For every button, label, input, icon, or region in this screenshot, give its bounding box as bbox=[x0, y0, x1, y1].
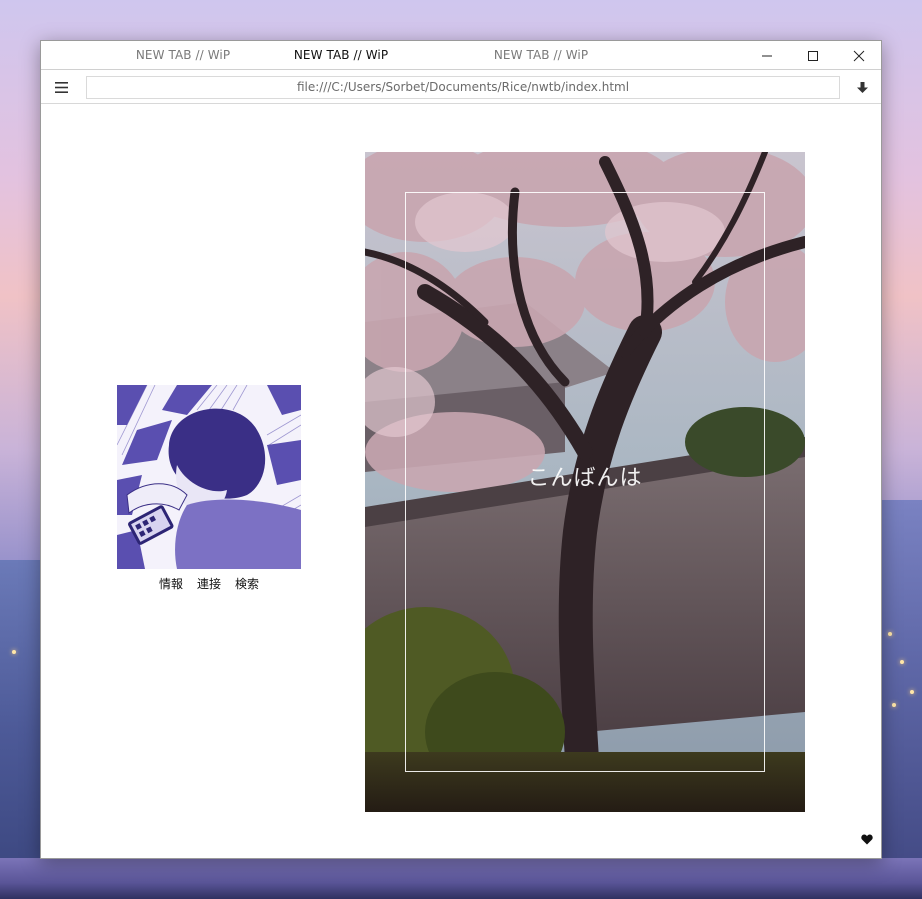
link-search[interactable]: 検索 bbox=[235, 575, 259, 593]
desktop-background-right bbox=[881, 500, 922, 899]
heart-icon bbox=[861, 834, 873, 844]
city-light bbox=[900, 660, 904, 664]
heart-button[interactable] bbox=[859, 831, 875, 847]
title-bar: NEW TAB // WiP NEW TAB // WiP NEW TAB //… bbox=[41, 41, 881, 70]
greeting-text: こんばんは bbox=[527, 466, 643, 491]
city-light bbox=[12, 650, 16, 654]
city-light bbox=[910, 690, 914, 694]
link-connect[interactable]: 連接 bbox=[197, 575, 221, 593]
desktop-background-left bbox=[0, 560, 41, 899]
download-arrow-icon bbox=[856, 81, 868, 93]
city-light bbox=[892, 703, 896, 707]
background-photo: こんばんは bbox=[365, 152, 805, 812]
city-light bbox=[888, 632, 892, 636]
download-button[interactable] bbox=[851, 79, 873, 96]
toolbar: file:///C:/Users/Sorbet/Documents/Rice/n… bbox=[41, 71, 881, 104]
minimize-button[interactable] bbox=[744, 41, 790, 70]
close-button[interactable] bbox=[836, 41, 882, 70]
browser-window: NEW TAB // WiP NEW TAB // WiP NEW TAB //… bbox=[40, 40, 882, 859]
menu-button[interactable] bbox=[51, 79, 71, 96]
maximize-icon bbox=[808, 50, 818, 61]
minimize-icon bbox=[762, 55, 772, 56]
nav-links: 情報 連接 検索 bbox=[117, 575, 301, 593]
hamburger-menu-icon bbox=[54, 82, 68, 93]
avatar-image bbox=[117, 385, 301, 569]
address-bar[interactable]: file:///C:/Users/Sorbet/Documents/Rice/n… bbox=[86, 76, 840, 99]
link-info[interactable]: 情報 bbox=[159, 575, 183, 593]
desktop-background-bottom bbox=[0, 858, 922, 899]
page-content: 情報 連接 検索 こんばんは bbox=[41, 105, 881, 858]
close-icon bbox=[853, 50, 865, 61]
tab-3[interactable]: NEW TAB // WiP bbox=[441, 41, 641, 70]
maximize-button[interactable] bbox=[790, 41, 836, 70]
tab-2-active[interactable]: NEW TAB // WiP bbox=[241, 41, 441, 70]
